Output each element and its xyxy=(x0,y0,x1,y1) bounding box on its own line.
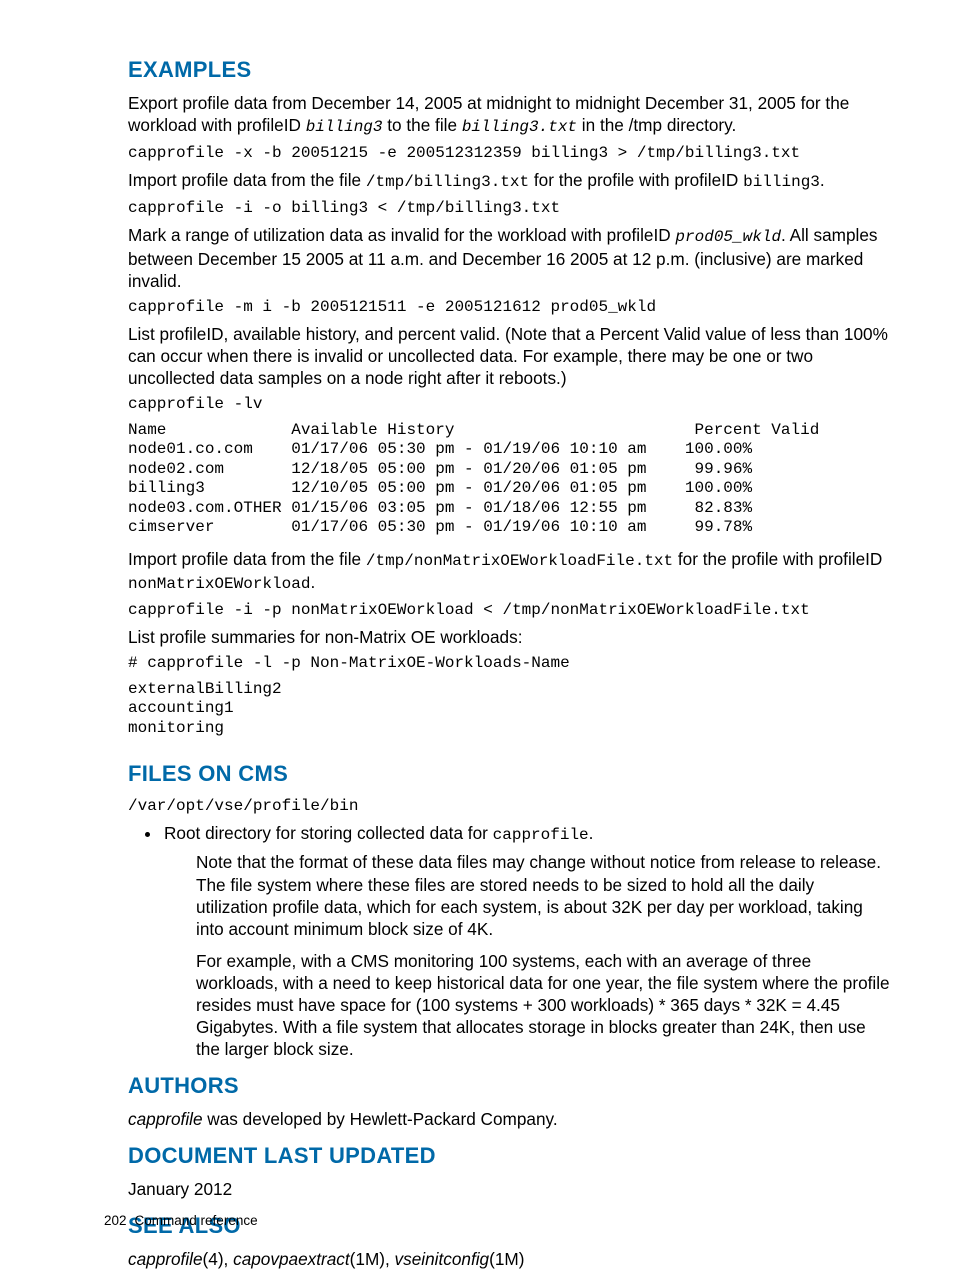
text: in the /tmp directory. xyxy=(577,115,736,135)
command-5: capprofile -i -p nonMatrixOEWorkload < /… xyxy=(128,601,890,621)
text: . xyxy=(310,572,315,592)
section-files-heading: FILES ON CMS xyxy=(128,760,890,788)
inline-code: billing3 xyxy=(306,118,383,136)
ref-2: capovpaextract xyxy=(233,1249,350,1269)
text: was developed by Hewlett-Packard Company… xyxy=(203,1109,558,1129)
section-updated-heading: DOCUMENT LAST UPDATED xyxy=(128,1142,890,1170)
files-list: Root directory for storing collected dat… xyxy=(128,822,890,1060)
text: for the profile with profileID xyxy=(673,549,882,569)
command-2: capprofile -i -o billing3 < /tmp/billing… xyxy=(128,199,890,219)
inline-code: nonMatrixOEWorkload xyxy=(128,575,310,593)
examples-para-5: Import profile data from the file /tmp/n… xyxy=(128,548,890,595)
files-path: /var/opt/vse/profile/bin xyxy=(128,797,890,817)
seealso-text: capprofile(4), capovpaextract(1M), vsein… xyxy=(128,1248,890,1270)
inline-code: billing3 xyxy=(743,173,820,191)
text: to the file xyxy=(383,115,462,135)
authors-text: capprofile was developed by Hewlett-Pack… xyxy=(128,1108,890,1130)
text: . xyxy=(589,823,594,843)
ref-1: capprofile xyxy=(128,1249,203,1269)
text: Import profile data from the file xyxy=(128,549,366,569)
list-item: Root directory for storing collected dat… xyxy=(162,822,890,1060)
text: Root directory for storing collected dat… xyxy=(164,823,493,843)
examples-para-1: Export profile data from December 14, 20… xyxy=(128,92,890,137)
files-note-2: For example, with a CMS monitoring 100 s… xyxy=(196,950,890,1060)
inline-code: /tmp/nonMatrixOEWorkloadFile.txt xyxy=(366,552,673,570)
section-authors-heading: AUTHORS xyxy=(128,1072,890,1100)
text: (1M), xyxy=(350,1249,395,1269)
page-number: 202 xyxy=(104,1213,127,1228)
program-name: capprofile xyxy=(128,1109,203,1129)
inline-code: /tmp/billing3.txt xyxy=(366,173,529,191)
text: (4), xyxy=(203,1249,234,1269)
text: Import profile data from the file xyxy=(128,170,366,190)
examples-para-4: List profileID, available history, and p… xyxy=(128,323,890,389)
examples-para-6: List profile summaries for non-Matrix OE… xyxy=(128,626,890,648)
output-6: externalBilling2 accounting1 monitoring xyxy=(128,680,890,739)
ref-3: vseinitconfig xyxy=(395,1249,490,1269)
output-table: Name Available History Percent Valid nod… xyxy=(128,421,890,538)
section-examples-heading: EXAMPLES xyxy=(128,56,890,84)
page-footer: 202 Command reference xyxy=(104,1212,258,1229)
examples-para-3: Mark a range of utilization data as inva… xyxy=(128,224,890,292)
inline-code: capprofile xyxy=(493,826,589,844)
command-3: capprofile -m i -b 2005121511 -e 2005121… xyxy=(128,298,890,318)
examples-para-2: Import profile data from the file /tmp/b… xyxy=(128,169,890,192)
text: (1M) xyxy=(489,1249,524,1269)
command-1: capprofile -x -b 20051215 -e 20051231235… xyxy=(128,144,890,164)
command-4: capprofile -lv xyxy=(128,395,890,415)
text: Mark a range of utilization data as inva… xyxy=(128,225,675,245)
files-note-1: Note that the format of these data files… xyxy=(196,851,890,939)
inline-code: billing3.txt xyxy=(462,118,577,136)
command-6: # capprofile -l -p Non-MatrixOE-Workload… xyxy=(128,654,890,674)
footer-label: Command reference xyxy=(135,1213,258,1228)
updated-text: January 2012 xyxy=(128,1178,890,1200)
text: . xyxy=(820,170,825,190)
inline-code: prod05_wkld xyxy=(675,228,781,246)
text: for the profile with profileID xyxy=(529,170,743,190)
